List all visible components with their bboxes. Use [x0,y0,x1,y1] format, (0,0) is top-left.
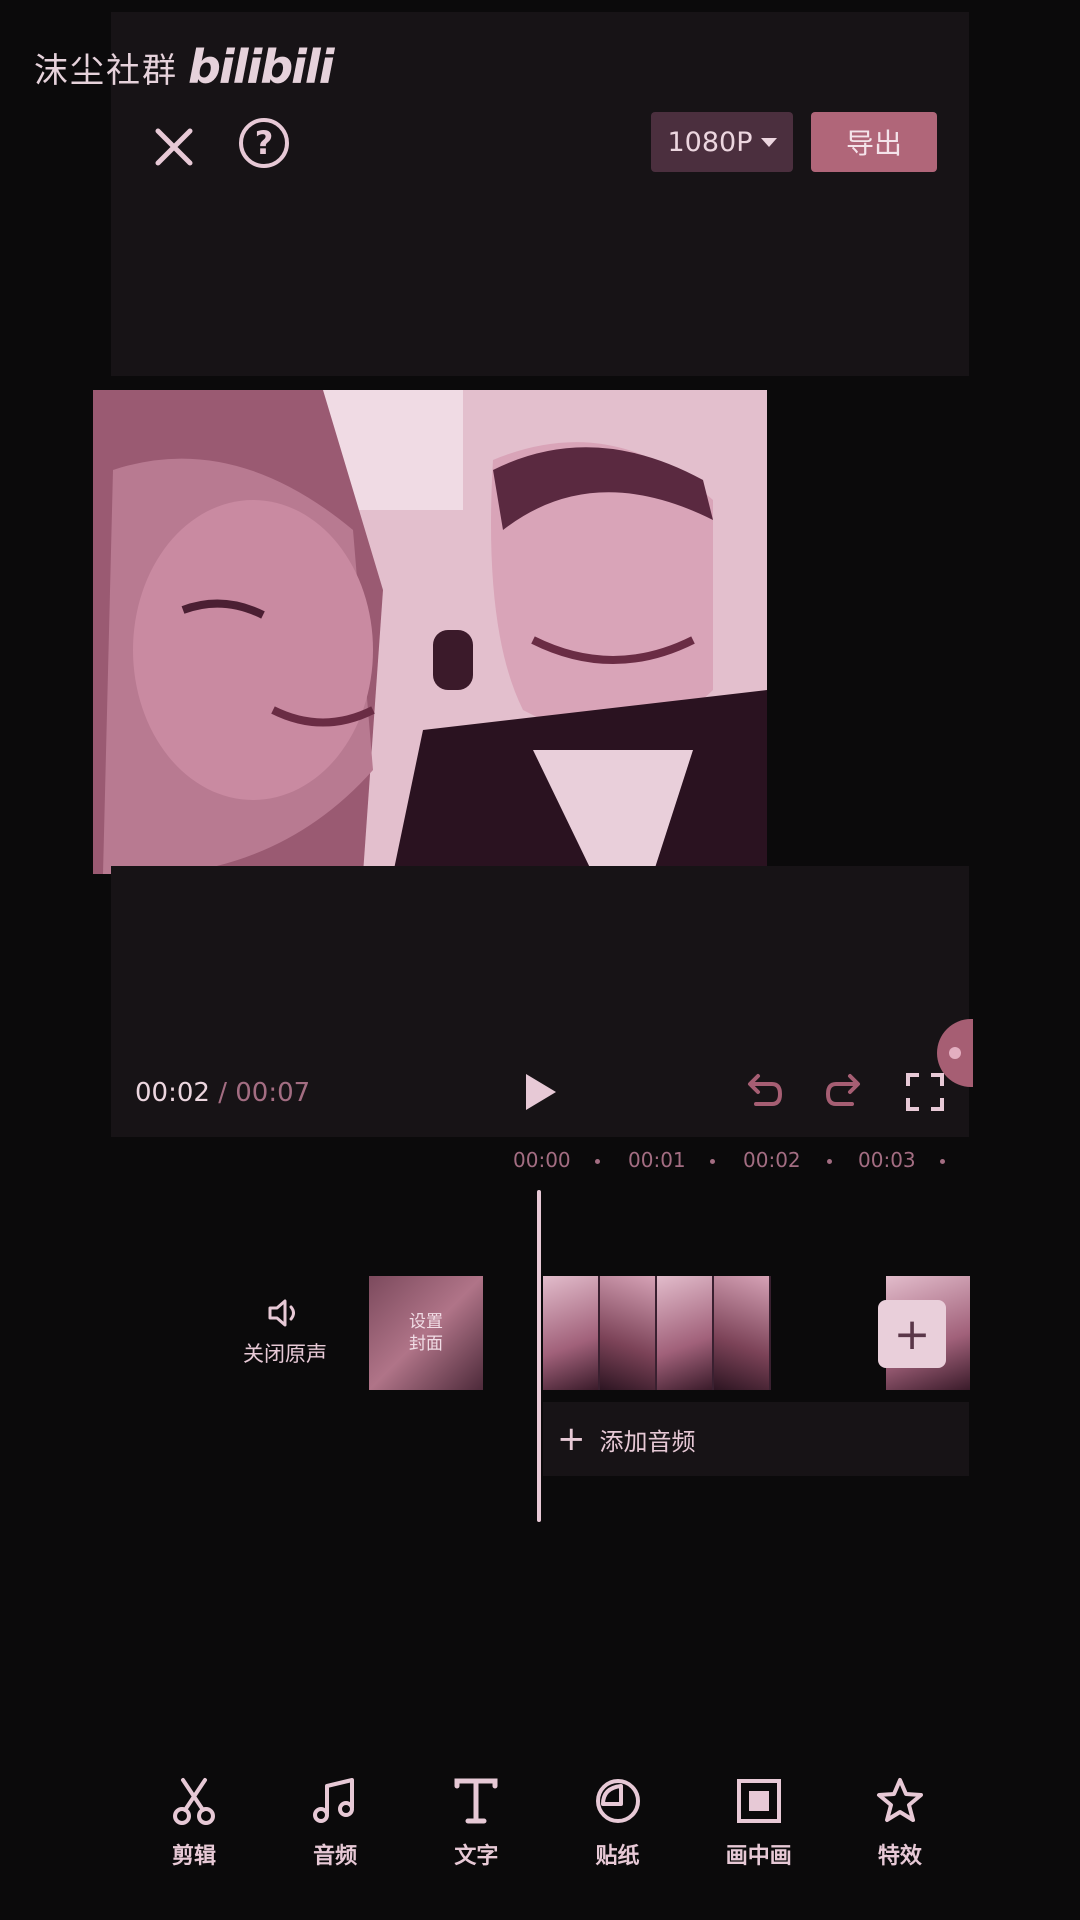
resolution-label: 1080P [667,126,753,158]
ruler-dot [710,1159,715,1164]
time-separator: / [218,1078,227,1108]
sticker-icon [595,1779,640,1823]
tool-effects[interactable]: 特效 [845,1776,955,1870]
resolution-dropdown[interactable]: 1080P [651,112,793,172]
timeline-ruler: 00:00 00:01 00:02 00:03 [0,1148,1080,1178]
ruler-dot [595,1159,600,1164]
undo-button[interactable] [742,1070,784,1112]
clip-thumbnail [600,1276,657,1390]
video-preview[interactable] [93,390,767,874]
question-icon: ? [254,124,274,162]
plus-icon: + [557,1419,586,1459]
tool-sticker[interactable]: 贴纸 [563,1776,673,1870]
text-icon [454,1778,498,1824]
undo-icon [748,1074,783,1106]
add-audio-button[interactable]: + 添加音频 [543,1402,969,1476]
tool-audio[interactable]: 音频 [280,1776,390,1870]
tool-label: 贴纸 [595,1844,640,1869]
close-icon [155,128,193,166]
close-button[interactable] [149,122,199,172]
help-button[interactable]: ? [239,118,289,168]
preview-area [0,376,1080,878]
music-note-icon [313,1778,355,1823]
mute-label: 关闭原声 [243,1342,327,1366]
effects-star-icon [876,1778,923,1822]
scissors-icon [173,1778,215,1825]
clip-thumbnail [657,1276,714,1390]
ruler-tick: 00:00 [513,1148,571,1172]
clip-thumbnail [714,1276,771,1390]
add-clip-button[interactable]: + [878,1300,946,1368]
cover-label-line2: 封面 [409,1334,443,1354]
total-time: 00:07 [235,1078,311,1108]
timecode: 00:02 / 00:07 [135,1078,310,1108]
ruler-dot [827,1159,832,1164]
watermark-text: 沫尘社群 [34,50,178,91]
watermark: 沫尘社群 bilibili [34,40,334,94]
ruler-dot [940,1159,945,1164]
redo-button[interactable] [824,1070,866,1112]
picture-in-picture-icon [736,1779,781,1823]
export-button[interactable]: 导出 [811,112,937,172]
speaker-icon [268,1299,295,1327]
ruler-tick: 00:02 [743,1148,801,1172]
tool-label: 特效 [877,1844,922,1869]
redo-icon [825,1074,860,1106]
playhead[interactable] [537,1190,541,1522]
caret-down-icon [760,137,777,147]
fullscreen-button[interactable] [905,1072,947,1114]
tool-label: 音频 [313,1844,358,1869]
ruler-tick: 00:01 [628,1148,686,1172]
set-cover-button[interactable]: 设置 封面 [369,1276,483,1390]
video-frame-image [93,390,767,874]
plus-icon: + [893,1308,931,1360]
ruler-tick: 00:03 [858,1148,916,1172]
fullscreen-icon [906,1073,944,1111]
tool-label: 文字 [454,1844,499,1869]
play-button[interactable] [522,1072,562,1112]
current-time: 00:02 [135,1078,210,1108]
bottom-toolbar: 剪辑 音频 文字 贴纸 画中画 特效 [139,1776,955,1870]
tool-label: 画中画 [725,1844,792,1869]
tool-picture-in-picture[interactable]: 画中画 [704,1776,814,1870]
clip-thumbnail [543,1276,600,1390]
bilibili-logo: bilibili [188,40,334,94]
mute-original-audio-button[interactable]: 关闭原声 [230,1298,340,1368]
editor-panel: ? 1080P 导出 [0,12,1080,1137]
export-label: 导出 [845,127,902,160]
tool-text[interactable]: 文字 [421,1776,531,1870]
play-icon [526,1074,556,1110]
tool-edit[interactable]: 剪辑 [139,1776,249,1870]
cover-label-line1: 设置 [409,1312,443,1332]
add-audio-label: 添加音频 [599,1427,696,1456]
video-clip-track[interactable] [543,1276,771,1390]
tool-label: 剪辑 [171,1844,216,1869]
